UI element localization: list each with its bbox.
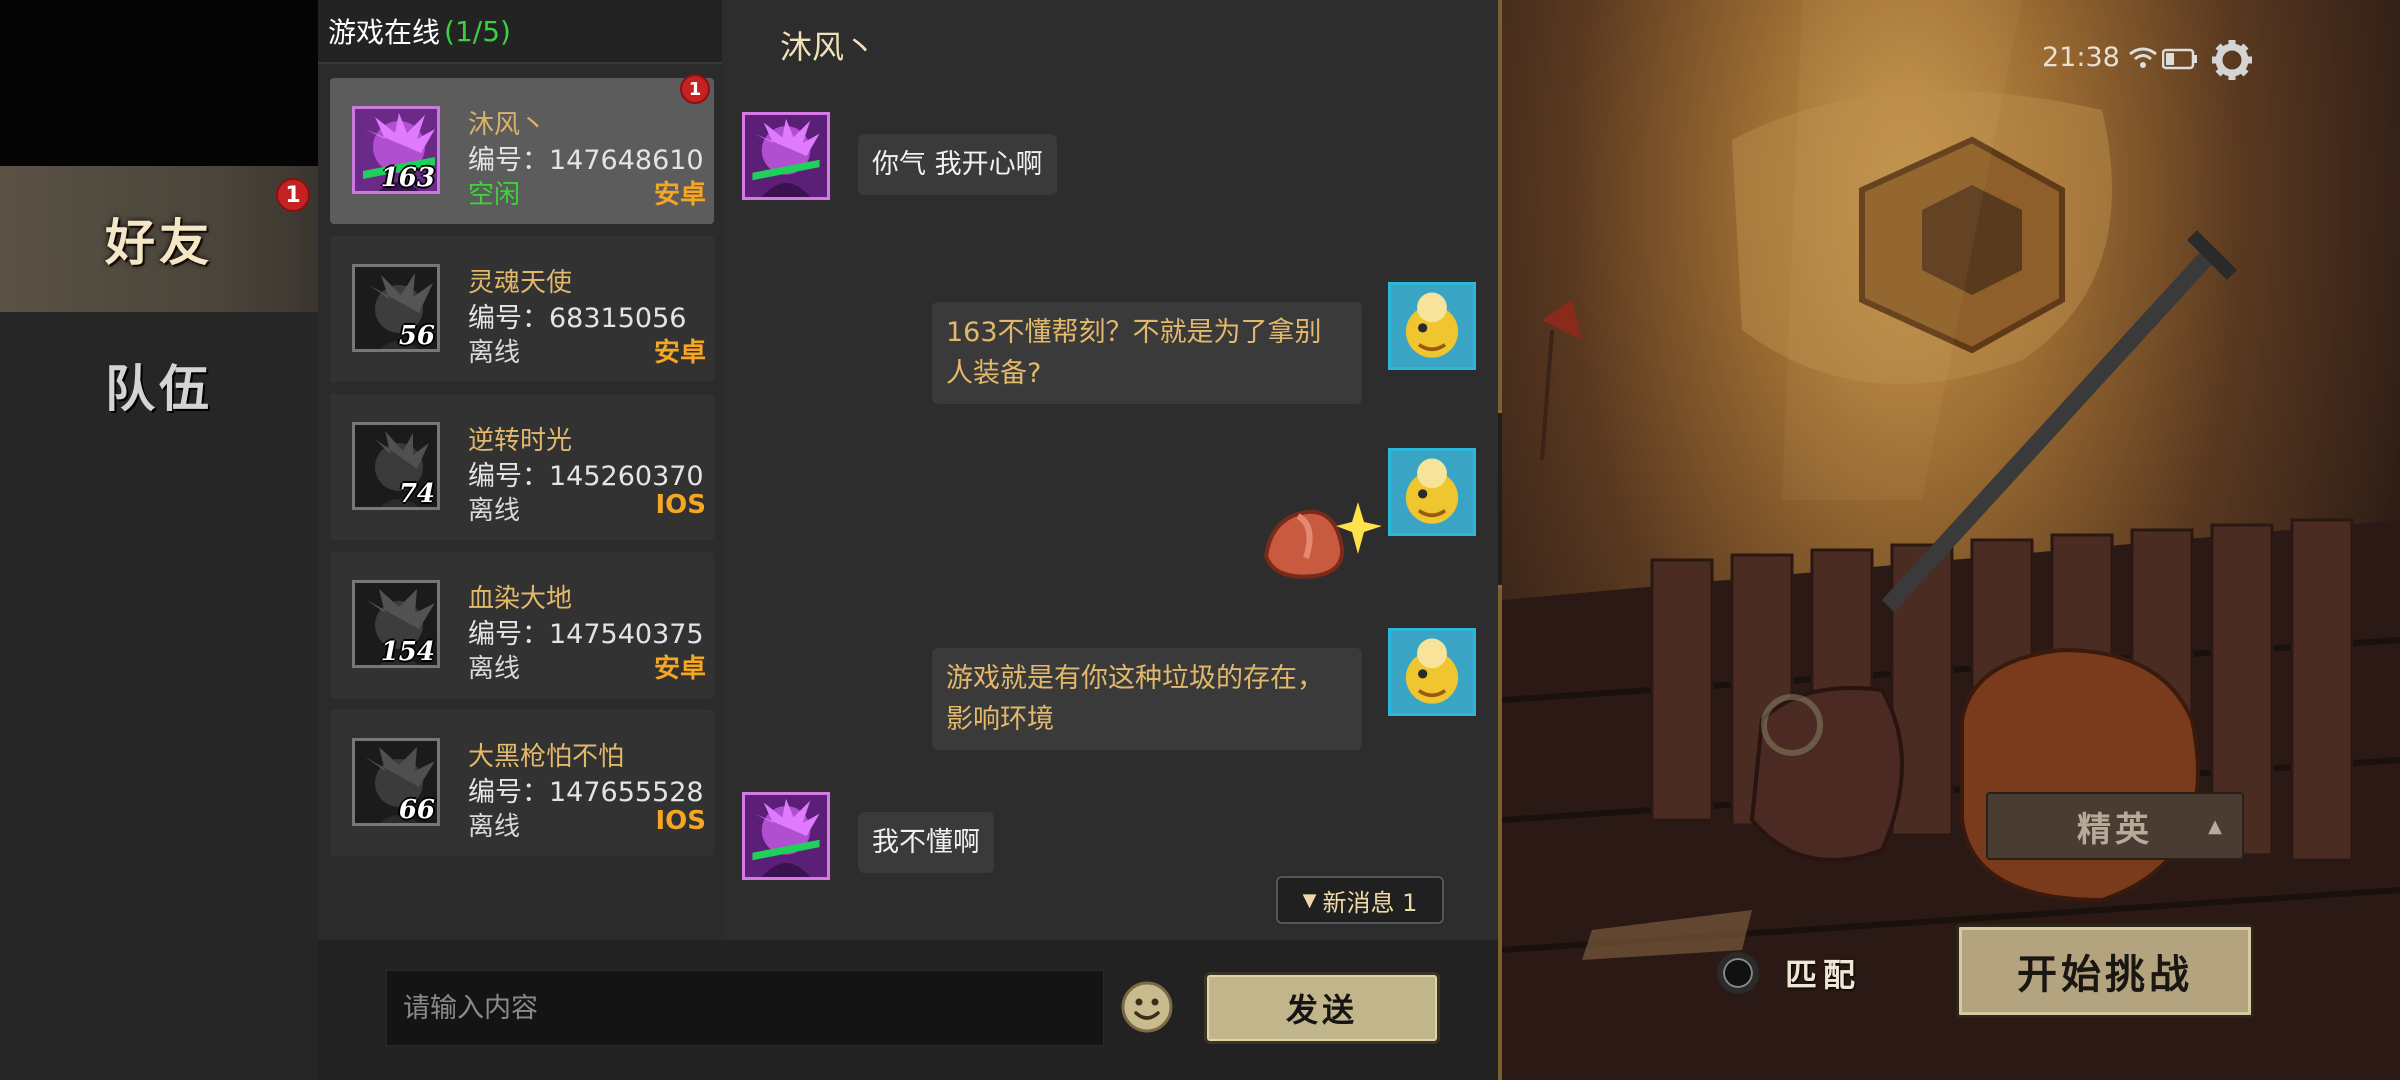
tab-friends-label: 好友	[105, 213, 213, 272]
gear-icon[interactable]	[2210, 38, 2254, 82]
friend-platform: 安卓	[653, 338, 706, 368]
tab-team-label: 队伍	[105, 359, 213, 418]
friend-id-prefix: 编号：	[468, 145, 549, 176]
match-label: 匹配	[1785, 956, 1862, 994]
wifi-icon	[2129, 47, 2157, 68]
emoji-icon[interactable]	[1120, 980, 1174, 1034]
friend-id-value: 145260370	[549, 461, 704, 492]
friend-status: 空闲	[468, 180, 521, 210]
friends-unread-badge: 1	[276, 178, 310, 212]
friend-id-prefix: 编号：	[468, 619, 549, 650]
chat-message-bubble: 游戏就是有你这种垃圾的存在，影响环境	[932, 648, 1362, 750]
friend-level: 56	[398, 321, 435, 351]
yellow-hero-avatar-icon[interactable]	[1388, 628, 1476, 716]
chat-message-bubble: 你气 我开心啊	[858, 134, 1057, 195]
friend-id-value: 147540375	[549, 619, 704, 650]
chat-input-bar: 发送	[318, 940, 1498, 1080]
friend-status: 离线	[468, 338, 521, 368]
new-message-button[interactable]: ▼ 新消息 1	[1276, 876, 1444, 924]
difficulty-label: 精英	[2077, 809, 2153, 850]
friend-id: 编号：147648610	[468, 138, 704, 177]
chat-input[interactable]	[386, 970, 1104, 1046]
chat-title: 沐风丶	[780, 28, 877, 66]
friend-platform: 安卓	[653, 180, 706, 210]
friend-item[interactable]: 74 逆转时光 编号：145260370 离线 IOS	[330, 394, 714, 540]
grey-hero-avatar-icon: 56	[352, 264, 440, 352]
friend-level: 154	[380, 637, 435, 667]
friend-list-panel: 游戏在线 (1/5) 163 沐风丶 编号：147648610 空闲 安卓 1 …	[318, 0, 722, 940]
friend-item[interactable]: 56 灵魂天使 编号：68315056 离线 安卓	[330, 236, 714, 382]
friend-name: 逆转时光	[468, 426, 573, 456]
friend-level: 74	[398, 479, 435, 509]
grey-hero-avatar-icon: 154	[352, 580, 440, 668]
friend-level: 66	[398, 795, 435, 825]
friend-name: 灵魂天使	[468, 268, 573, 298]
friend-id-prefix: 编号：	[468, 461, 549, 492]
send-button[interactable]: 发送	[1204, 972, 1440, 1044]
grey-hero-avatar-icon: 74	[352, 422, 440, 510]
grey-hero-avatar-icon: 66	[352, 738, 440, 826]
purple-hero-avatar-icon[interactable]	[742, 112, 830, 200]
friend-name: 血染大地	[468, 584, 573, 614]
friend-name: 大黑枪怕不怕	[468, 742, 625, 772]
friend-id-value: 68315056	[549, 303, 687, 334]
friend-id-prefix: 编号：	[468, 777, 549, 808]
online-count: (1/5)	[444, 14, 511, 48]
chat-message-bubble: 我不懂啊	[858, 812, 994, 873]
friend-platform: IOS	[655, 806, 706, 836]
status-time: 21:38	[2042, 42, 2120, 73]
yellow-hero-avatar-icon[interactable]	[1388, 282, 1476, 370]
friend-id: 编号：145260370	[468, 454, 704, 493]
purple-hero-avatar-icon[interactable]	[742, 792, 830, 880]
friend-list-title: 游戏在线	[328, 16, 441, 49]
chat-message-bubble: 163不懂帮刻？不就是为了拿别人装备?	[932, 302, 1362, 404]
friend-name: 沐风丶	[468, 110, 547, 140]
difficulty-select[interactable]: 精英 ▲	[1986, 792, 2244, 860]
radio-circle-icon	[1717, 952, 1759, 994]
friend-id-value: 147655528	[549, 777, 704, 808]
friend-unread-badge: 1	[680, 74, 710, 104]
friend-status: 离线	[468, 654, 521, 684]
chat-panel[interactable]: 沐风丶 你气 我开心啊 163不懂帮刻？不就是为了拿别人装备? 游戏就是有你这种…	[722, 0, 1498, 940]
rail-top-spacer	[0, 0, 318, 166]
game-scene: 21:38 精英 ▲ 匹配 开始挑战	[1502, 0, 2400, 1080]
friend-id: 编号：68315056	[468, 296, 686, 335]
start-challenge-button[interactable]: 开始挑战	[1956, 924, 2254, 1018]
friend-item[interactable]: 163 沐风丶 编号：147648610 空闲 安卓 1	[330, 74, 714, 224]
friend-id: 编号：147540375	[468, 612, 704, 651]
friend-platform: 安卓	[653, 654, 706, 684]
friend-level: 163	[380, 163, 435, 193]
chevron-up-icon: ▲	[2208, 816, 2226, 837]
tab-team[interactable]: 队伍	[0, 312, 318, 458]
purple-hero-avatar-icon: 163	[352, 106, 440, 194]
new-message-label: 新消息 1	[1322, 888, 1418, 917]
friend-id-value: 147648610	[549, 145, 704, 176]
friend-platform: IOS	[655, 490, 706, 520]
friend-item[interactable]: 66 大黑枪怕不怕 编号：147655528 离线 IOS	[330, 710, 714, 856]
friend-list-header: 游戏在线 (1/5)	[318, 0, 722, 64]
meat-sparkle-sticker	[1258, 496, 1382, 582]
friend-id: 编号：147655528	[468, 770, 704, 809]
battery-icon	[2162, 48, 2197, 70]
friend-id-prefix: 编号：	[468, 303, 549, 334]
friend-item[interactable]: 154 血染大地 编号：147540375 离线 安卓	[330, 552, 714, 698]
friend-status: 离线	[468, 812, 521, 842]
tab-rail: 好友 1 队伍	[0, 0, 318, 1080]
scene-background-art	[1502, 0, 2400, 1080]
match-radio[interactable]: 匹配	[1717, 950, 1861, 996]
yellow-hero-avatar-icon[interactable]	[1388, 448, 1476, 536]
tab-friends[interactable]: 好友 1	[0, 166, 318, 312]
chevron-down-icon: ▼	[1302, 889, 1317, 911]
friend-status: 离线	[468, 496, 521, 526]
